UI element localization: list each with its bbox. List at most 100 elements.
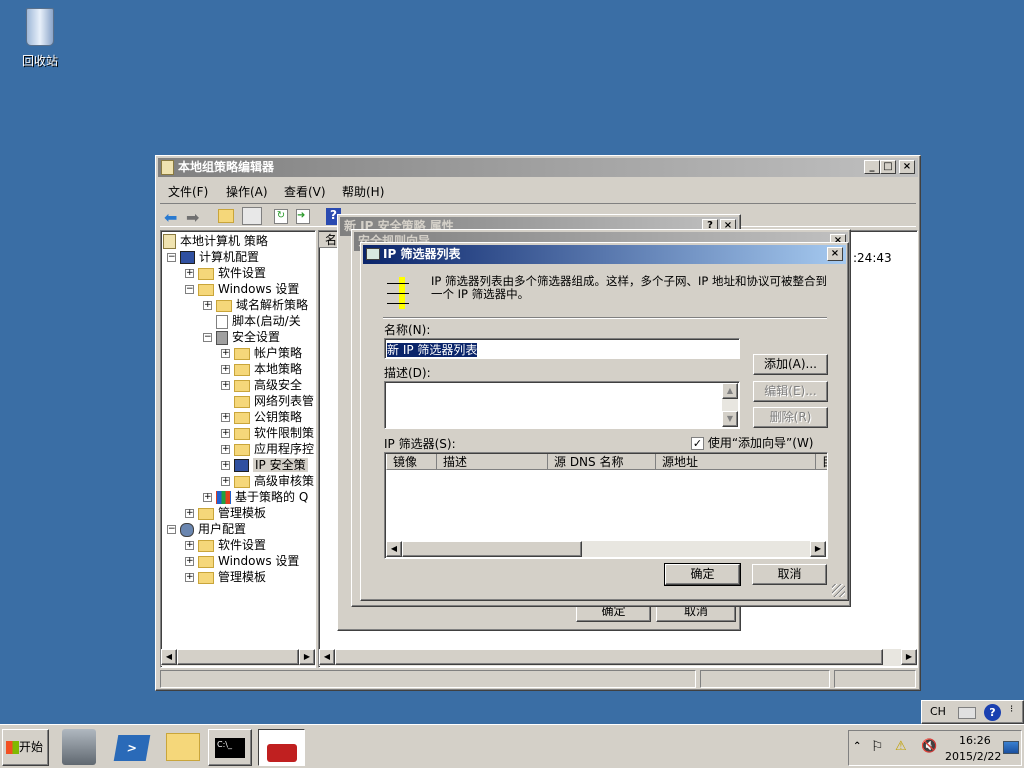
tree-item[interactable]: + 管理模板: [185, 505, 266, 521]
tree-item[interactable]: − 用户配置: [167, 521, 246, 537]
tree-item[interactable]: + 本地策略: [221, 361, 302, 377]
action-center-flag-icon[interactable]: ⚐: [871, 739, 884, 755]
tree-item[interactable]: + 高级审核策: [221, 473, 314, 489]
add-button[interactable]: 添加(A)...: [753, 354, 828, 375]
powershell-icon[interactable]: >: [113, 735, 151, 761]
help-icon[interactable]: ?: [984, 704, 1001, 721]
tree-item[interactable]: + IP 安全策: [221, 457, 308, 473]
column-destination[interactable]: 目: [816, 454, 827, 470]
expand-icon[interactable]: +: [185, 269, 194, 278]
menu-action[interactable]: 操作(A): [226, 183, 268, 200]
explorer-icon[interactable]: [166, 733, 200, 761]
main-title-bar[interactable]: 本地组策略编辑器 _ □ ×: [158, 158, 918, 177]
keyboard-icon[interactable]: [958, 707, 976, 719]
volume-muted-icon[interactable]: 🔇: [921, 739, 937, 754]
collapse-icon[interactable]: −: [167, 253, 176, 262]
column-description[interactable]: 描述: [437, 454, 548, 470]
expand-icon[interactable]: +: [185, 557, 194, 566]
tree-horizontal-scrollbar[interactable]: ◀ ▶: [161, 649, 315, 666]
description-textarea[interactable]: ▲ ▼: [384, 381, 740, 429]
tree-item[interactable]: + Windows 设置: [185, 553, 299, 569]
network-warning-icon[interactable]: ⚠: [895, 739, 907, 754]
back-icon[interactable]: ⬅: [164, 208, 177, 227]
options-icon[interactable]: ⁝: [1010, 704, 1013, 715]
tree-item[interactable]: + 软件设置: [185, 265, 266, 281]
expand-icon[interactable]: +: [221, 381, 230, 390]
scroll-thumb[interactable]: [335, 649, 883, 665]
expand-icon[interactable]: +: [185, 573, 194, 582]
scroll-right-icon[interactable]: ▶: [810, 541, 826, 557]
cmd-taskbar-button[interactable]: C:\_: [208, 729, 252, 766]
minimize-button[interactable]: _: [864, 160, 880, 174]
forward-icon[interactable]: ➡: [186, 208, 199, 227]
tree-item[interactable]: + 软件限制策: [221, 425, 314, 441]
cancel-button[interactable]: 取消: [752, 564, 827, 585]
ip-filters-list[interactable]: 镜像 描述 源 DNS 名称 源地址 目 ◀ ▶: [384, 452, 828, 559]
use-wizard-checkbox[interactable]: ✓ 使用“添加向导”(W): [691, 434, 814, 451]
resize-grip[interactable]: [832, 584, 845, 597]
show-desktop-icon[interactable]: [1003, 741, 1019, 754]
clock-time[interactable]: 16:26: [959, 734, 991, 747]
tree-item[interactable]: + 管理模板: [185, 569, 266, 585]
close-button[interactable]: ×: [827, 247, 843, 261]
menu-file[interactable]: 文件(F): [168, 183, 208, 200]
language-indicator[interactable]: CH: [930, 705, 946, 718]
expand-icon[interactable]: +: [221, 477, 230, 486]
scroll-thumb[interactable]: [177, 649, 299, 665]
expand-icon[interactable]: +: [185, 541, 194, 550]
expand-icon[interactable]: +: [221, 349, 230, 358]
tree-item[interactable]: − 计算机配置: [167, 249, 259, 265]
column-source-dns[interactable]: 源 DNS 名称: [548, 454, 656, 470]
column-mirror[interactable]: 镜像: [386, 454, 437, 470]
tree-item[interactable]: + 帐户策略: [221, 345, 302, 361]
collapse-icon[interactable]: −: [203, 333, 212, 342]
group-policy-taskbar-button[interactable]: [258, 729, 305, 766]
scroll-left-icon[interactable]: ◀: [386, 541, 402, 557]
scroll-right-icon[interactable]: ▶: [299, 649, 315, 665]
tree-item[interactable]: 网络列表管: [221, 393, 314, 409]
tree-item[interactable]: + 域名解析策略: [203, 297, 308, 313]
maximize-button[interactable]: □: [880, 160, 896, 174]
show-hidden-icons[interactable]: ⌃: [853, 741, 861, 752]
tree-item[interactable]: − 安全设置: [203, 329, 280, 345]
description-scrollbar[interactable]: ▲ ▼: [722, 383, 738, 427]
scroll-up-icon[interactable]: ▲: [722, 383, 738, 399]
expand-icon[interactable]: +: [221, 413, 230, 422]
scroll-down-icon[interactable]: ▼: [722, 411, 738, 427]
expand-icon[interactable]: +: [203, 301, 212, 310]
name-input[interactable]: 新 IP 筛选器列表: [384, 338, 740, 359]
remove-button[interactable]: 删除(R): [753, 407, 828, 428]
expand-icon[interactable]: +: [221, 461, 230, 470]
export-list-icon[interactable]: ➜: [296, 209, 310, 224]
expand-icon[interactable]: +: [203, 493, 212, 502]
ok-button[interactable]: 确定: [664, 563, 741, 586]
list-horizontal-scrollbar[interactable]: ◀ ▶: [386, 541, 826, 557]
recycle-bin[interactable]: 回收站: [14, 6, 66, 72]
tree-item[interactable]: 脚本(启动/关: [203, 313, 301, 329]
tree-item[interactable]: + 高级安全: [221, 377, 302, 393]
menu-help[interactable]: 帮助(H): [342, 183, 384, 200]
scroll-left-icon[interactable]: ◀: [319, 649, 335, 665]
collapse-icon[interactable]: −: [185, 285, 194, 294]
tree-item[interactable]: − Windows 设置: [185, 281, 299, 297]
clock-date[interactable]: 2015/2/22: [945, 750, 1001, 763]
tree-item[interactable]: + 软件设置: [185, 537, 266, 553]
scroll-left-icon[interactable]: ◀: [161, 649, 177, 665]
server-manager-icon[interactable]: [62, 729, 96, 765]
tree-item[interactable]: + 应用程序控: [221, 441, 314, 457]
filter-title-bar[interactable]: IP 筛选器列表 ×: [363, 245, 846, 264]
tree-item[interactable]: + 公钥策略: [221, 409, 302, 425]
expand-icon[interactable]: +: [185, 509, 194, 518]
expand-icon[interactable]: +: [221, 365, 230, 374]
close-button[interactable]: ×: [899, 160, 915, 174]
tree-item[interactable]: + 基于策略的 Q: [203, 489, 308, 505]
scroll-right-icon[interactable]: ▶: [901, 649, 917, 665]
column-source-address[interactable]: 源地址: [656, 454, 816, 470]
start-button[interactable]: 开始: [2, 729, 49, 766]
up-folder-icon[interactable]: [218, 209, 234, 223]
show-hide-tree-icon[interactable]: [242, 207, 262, 225]
tree-item[interactable]: 本地计算机 策略: [163, 233, 268, 249]
expand-icon[interactable]: +: [221, 429, 230, 438]
list-horizontal-scrollbar[interactable]: ◀ ▶: [319, 649, 917, 666]
edit-button[interactable]: 编辑(E)...: [753, 381, 828, 402]
